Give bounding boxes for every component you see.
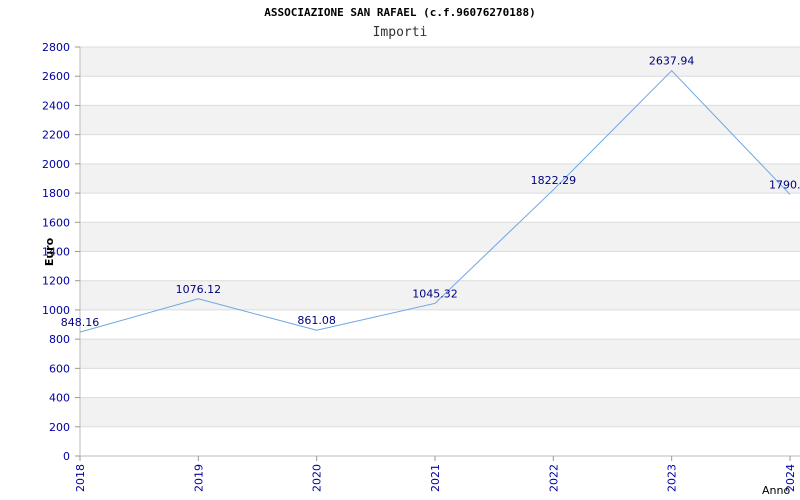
y-tick-label: 400 xyxy=(49,392,70,405)
data-label: 1790.5 xyxy=(769,178,800,191)
chart-container: ASSOCIAZIONE SAN RAFAEL (c.f.96076270188… xyxy=(0,0,800,500)
data-label: 1822.29 xyxy=(531,174,577,187)
data-label: 2637.94 xyxy=(649,55,695,68)
x-tick-label: 2023 xyxy=(666,464,679,492)
data-label: 1076.12 xyxy=(176,283,222,296)
y-axis-label: Euro xyxy=(43,237,56,266)
grid-band xyxy=(80,134,800,164)
x-axis-ticks: 2018 2019 2020 2021 2022 2023 2024 xyxy=(74,456,797,492)
y-tick-label: 1800 xyxy=(42,187,70,200)
y-tick-label: 2200 xyxy=(42,129,70,142)
y-tick-label: 0 xyxy=(63,450,70,463)
x-tick-label: 2020 xyxy=(311,464,324,492)
y-tick-label: 1000 xyxy=(42,304,70,317)
grid-band xyxy=(80,397,800,427)
grid-band xyxy=(80,193,800,223)
y-tick-label: 2400 xyxy=(42,99,70,112)
x-axis-label: Anno xyxy=(762,484,790,497)
y-tick-label: 2600 xyxy=(42,70,70,83)
y-tick-label: 2000 xyxy=(42,158,70,171)
grid-band xyxy=(80,222,800,252)
data-label: 848.16 xyxy=(61,316,100,329)
y-tick-label: 200 xyxy=(49,421,70,434)
x-tick-label: 2018 xyxy=(74,464,87,492)
line-chart: 0200400600800100012001400160018002000220… xyxy=(42,41,800,497)
x-tick-label: 2022 xyxy=(547,464,560,492)
grid-band xyxy=(80,163,800,194)
grid-band xyxy=(80,76,800,106)
grid-band xyxy=(80,105,800,135)
grid-band xyxy=(80,309,800,340)
y-tick-label: 1200 xyxy=(42,275,70,288)
grid-band xyxy=(80,426,800,456)
x-tick-label: 2019 xyxy=(192,464,205,492)
grid-band xyxy=(80,339,800,369)
y-tick-label: 1600 xyxy=(42,216,70,229)
grid-band xyxy=(80,251,800,281)
data-label: 861.08 xyxy=(297,314,336,327)
x-tick-label: 2021 xyxy=(429,464,442,492)
y-tick-label: 800 xyxy=(49,333,70,346)
data-label: 1045.32 xyxy=(412,287,458,300)
y-tick-label: 2800 xyxy=(42,41,70,54)
grid-band xyxy=(80,368,800,398)
y-tick-label: 600 xyxy=(49,362,70,375)
